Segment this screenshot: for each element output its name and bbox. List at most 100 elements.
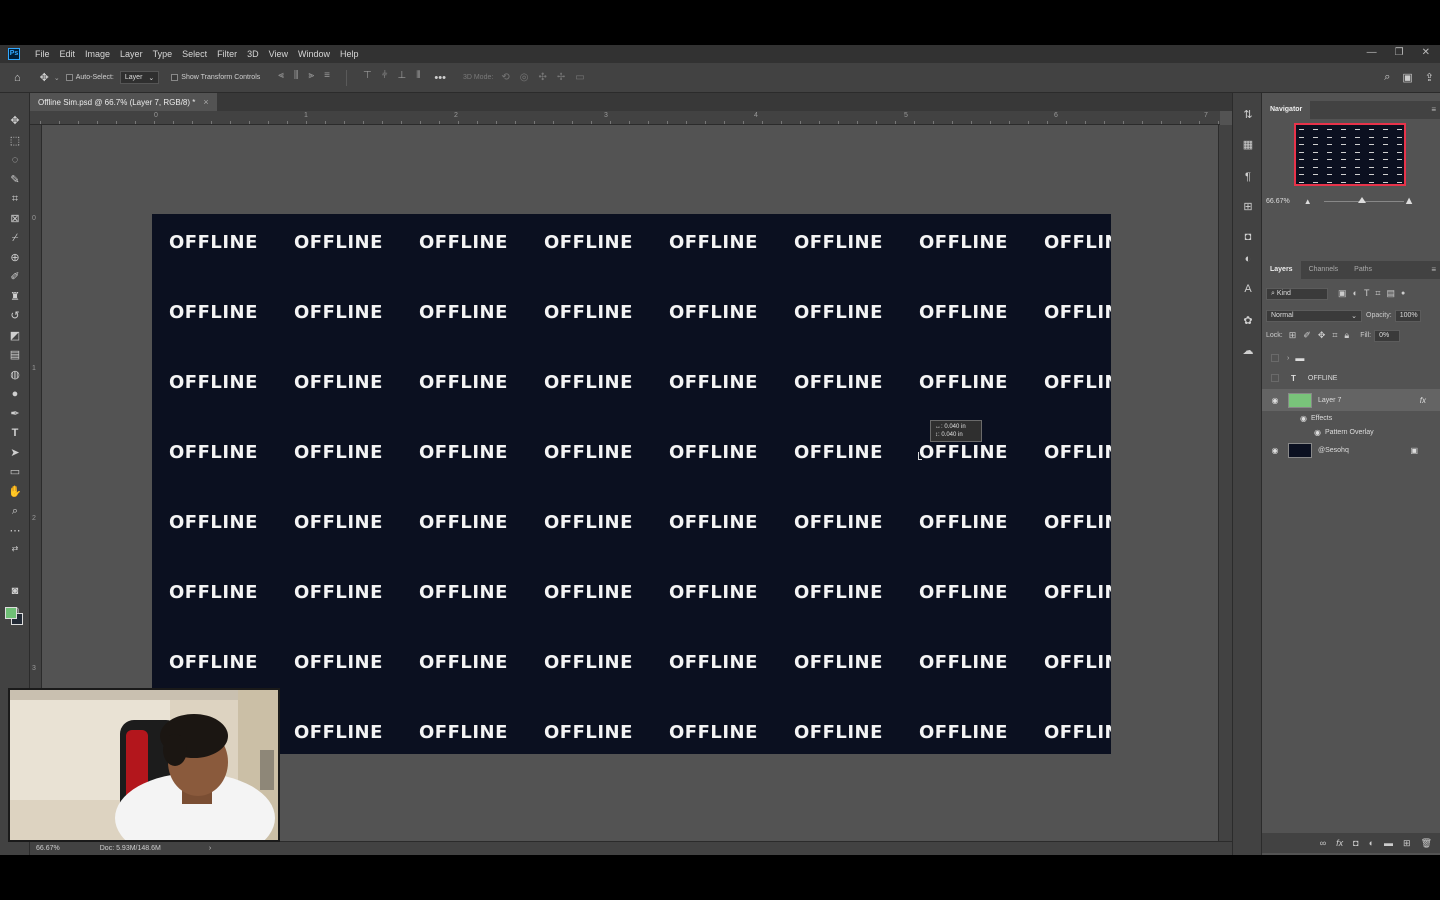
trash-icon[interactable]: 🗑︎ [1421,838,1432,849]
dodge-tool-icon[interactable]: ● [7,386,23,402]
menu-type[interactable]: Type [148,45,178,63]
distribute-v-icon[interactable]: ⫴ [416,70,420,86]
quick-mask-icon[interactable]: ◙ [7,583,23,599]
align-right-icon[interactable]: ⫸ [309,70,315,86]
align-top-icon[interactable]: ⊤ [363,70,372,86]
menu-layer[interactable]: Layer [115,45,148,63]
menu-filter[interactable]: Filter [212,45,242,63]
checkbox-box[interactable] [65,74,73,81]
quick-select-tool-icon[interactable]: ✎ [7,172,23,188]
vertical-scrollbar[interactable] [1218,125,1232,851]
layer-effect-pattern-overlay[interactable]: ◉ Pattern Overlay [1262,425,1440,439]
marquee-tool-icon[interactable]: ⬚ [7,133,23,149]
zoom-in-icon[interactable]: ▲ [1404,195,1415,207]
more-options-icon[interactable]: ••• [434,72,446,84]
blend-mode-dropdown[interactable]: Normal ⌄ [1266,309,1362,322]
visibility-toggle[interactable] [1271,354,1279,362]
new-group-icon[interactable]: ▬ [1384,838,1393,848]
fx-icon[interactable]: fx [1420,396,1426,405]
layer-row-group[interactable]: › ▬ [1262,349,1440,367]
layer-kind-filter[interactable]: ⌕ Kind [1266,287,1328,300]
menu-edit[interactable]: Edit [55,45,81,63]
horizontal-ruler[interactable]: 0 1 2 3 4 5 6 7 [30,111,1220,125]
eyedropper-tool-icon[interactable]: ⌿ [7,230,23,246]
workspace-icon[interactable]: ▣ [1402,71,1412,84]
clone-stamp-tool-icon[interactable]: ♜ [7,289,23,305]
lock-icons[interactable]: ⊞✐✥⌗🔒︎ [1289,330,1356,341]
character-panel-icon[interactable]: A [1240,281,1256,297]
restore-button[interactable]: ❐ [1395,45,1404,61]
3d-scale-icon[interactable]: ▭ [575,72,584,83]
zoom-tool-icon[interactable]: ⌕ [7,503,23,519]
3d-slide-icon[interactable]: ✢ [557,72,565,83]
layer-effects-row[interactable]: ◉ Effects [1262,411,1440,425]
document-tab[interactable]: Offline Sim.psd @ 66.7% (Layer 7, RGB/8)… [30,93,217,111]
menu-select[interactable]: Select [177,45,212,63]
show-transform-controls-checkbox[interactable]: Show Transform Controls [171,74,260,81]
adjustment-layer-icon[interactable]: ◐ [1369,838,1374,848]
minimize-button[interactable]: — [1367,45,1377,61]
paragraph-panel-icon[interactable]: ¶ [1240,169,1256,185]
type-tool-icon[interactable]: T [7,425,23,441]
tab-channels[interactable]: Channels [1301,261,1347,279]
menu-help[interactable]: Help [335,45,364,63]
status-zoom[interactable]: 66.67% [36,845,60,852]
swatches-panel-icon[interactable]: ✿ [1240,313,1256,329]
navigator-zoom-thumb[interactable] [1358,197,1366,203]
pen-tool-icon[interactable]: ✒ [7,406,23,422]
zoom-out-icon[interactable]: ▲ [1304,197,1312,206]
share-icon[interactable]: ⇪ [1425,71,1434,84]
align-bottom-icon[interactable]: ⊥ [397,70,406,86]
link-layers-icon[interactable]: ∞ [1320,838,1326,848]
eye-icon[interactable]: ◉ [1270,396,1280,405]
document-canvas[interactable]: OFFLINE OFFLINE OFFLINE OFFLINE OFFLINE OFFLI… [152,214,1111,754]
path-selection-tool-icon[interactable]: ➤ [7,445,23,461]
history-brush-tool-icon[interactable]: ↺ [7,308,23,324]
color-panel-icon[interactable]: ◐ [1240,251,1256,267]
edit-toolbar-icon[interactable]: ⋯ [7,523,23,539]
panel-menu-icon[interactable]: ≡ [1431,265,1436,274]
blur-tool-icon[interactable]: ◍ [7,367,23,383]
panel-menu-icon[interactable]: ≡ [1431,105,1436,114]
opacity-field[interactable]: 100% [1394,309,1421,322]
checkbox-box[interactable] [171,74,179,81]
eye-icon[interactable]: ◉ [1270,446,1280,455]
3d-pan-icon[interactable]: ✣ [538,72,546,83]
new-layer-icon[interactable]: ⊞ [1403,838,1411,849]
layer-row-offline[interactable]: T OFFLINE [1262,369,1440,387]
eraser-tool-icon[interactable]: ◩ [7,328,23,344]
chevron-down-icon[interactable]: ⌄ [54,74,60,82]
layer-row-layer-7[interactable]: ◉ Layer 7 fx [1262,389,1440,411]
search-icon[interactable]: ⌕ [1384,71,1390,84]
add-layer-style-icon[interactable]: fx [1336,838,1343,848]
history-panel-icon[interactable]: ⇅ [1240,107,1256,123]
auto-select-checkbox[interactable]: Auto-Select: [65,74,114,81]
status-menu-arrow[interactable]: › [209,845,211,852]
tab-layers[interactable]: Layers [1262,261,1301,279]
grid-panel-icon[interactable]: ⊞ [1240,199,1256,215]
chevron-right-icon[interactable]: › [1287,355,1289,362]
align-left-icon[interactable]: ⫷ [278,70,284,86]
layer-row-sesohq[interactable]: ◉ @Sesohq ▣ [1262,439,1440,461]
gradient-tool-icon[interactable]: ▤ [7,347,23,363]
menu-3d[interactable]: 3D [242,45,264,63]
align-middle-icon[interactable]: ⫩ [382,70,388,86]
move-tool-preset-icon[interactable]: ✥ [40,71,49,84]
healing-brush-tool-icon[interactable]: ⊕ [7,250,23,266]
tab-paths[interactable]: Paths [1346,261,1380,279]
lasso-tool-icon[interactable]: ◌ [7,152,23,168]
menu-window[interactable]: Window [293,45,335,63]
menu-image[interactable]: Image [80,45,115,63]
libraries-panel-icon[interactable]: ☁ [1240,343,1256,359]
swap-colors-icon[interactable]: ⇄ [7,541,23,557]
ruler-panel-icon[interactable]: ▦ [1240,137,1256,153]
3d-orbit-icon[interactable]: ⟲ [501,72,509,83]
eye-icon[interactable]: ◉ [1300,414,1307,423]
foreground-color-swatch[interactable] [5,607,17,619]
layer-filter-icons[interactable]: ▣◐T⌗▤ [1338,288,1401,299]
move-tool-icon[interactable]: ✥ [7,113,23,129]
crop-tool-icon[interactable]: ⌗ [7,191,23,207]
align-center-h-icon[interactable]: ⫼ [294,70,299,86]
fill-field[interactable]: 0% [1374,329,1401,342]
visibility-toggle[interactable] [1271,374,1279,382]
